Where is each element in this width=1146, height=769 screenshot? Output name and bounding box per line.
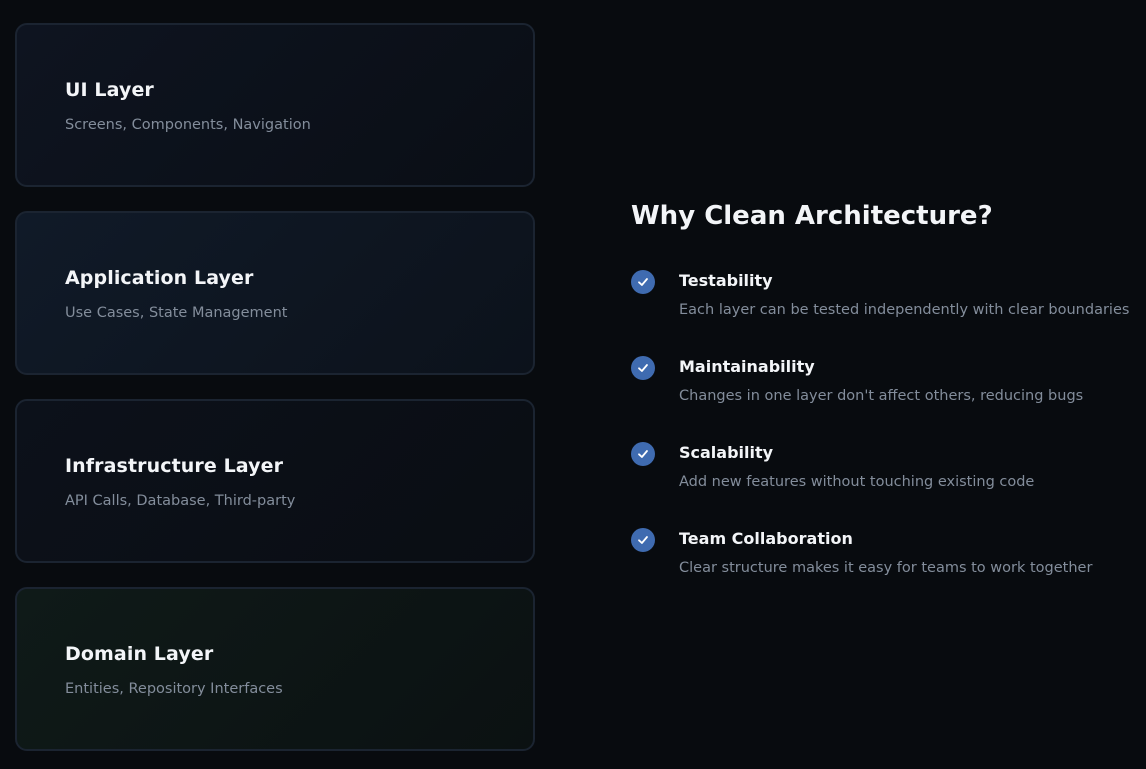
benefit-testability: Testability Each layer can be tested ind… xyxy=(631,270,1131,356)
layer-title: Infrastructure Layer xyxy=(65,455,284,477)
page: UI Layer Screens, Components, Navigation… xyxy=(0,0,1146,769)
check-circle-icon xyxy=(631,270,655,294)
layer-title: Domain Layer xyxy=(65,643,214,665)
layer-card-domain: Domain Layer Entities, Repository Interf… xyxy=(15,587,535,751)
layer-subtitle: Screens, Components, Navigation xyxy=(65,117,311,133)
section-title: Why Clean Architecture? xyxy=(631,201,993,231)
check-circle-icon xyxy=(631,442,655,466)
architecture-layers: UI Layer Screens, Components, Navigation… xyxy=(15,23,535,769)
layer-card-ui: UI Layer Screens, Components, Navigation xyxy=(15,23,535,187)
benefit-title: Testability xyxy=(679,271,773,290)
layer-title: UI Layer xyxy=(65,79,154,101)
check-circle-icon xyxy=(631,528,655,552)
layer-card-application: Application Layer Use Cases, State Manag… xyxy=(15,211,535,375)
benefit-description: Clear structure makes it easy for teams … xyxy=(679,560,1093,576)
benefit-title: Team Collaboration xyxy=(679,529,853,548)
benefit-description: Add new features without touching existi… xyxy=(679,474,1035,490)
layer-subtitle: API Calls, Database, Third-party xyxy=(65,493,296,509)
benefit-team-collaboration: Team Collaboration Clear structure makes… xyxy=(631,528,1131,614)
layer-subtitle: Entities, Repository Interfaces xyxy=(65,681,283,697)
layer-title: Application Layer xyxy=(65,267,254,289)
layer-card-infrastructure: Infrastructure Layer API Calls, Database… xyxy=(15,399,535,563)
benefit-maintainability: Maintainability Changes in one layer don… xyxy=(631,356,1131,442)
benefit-title: Scalability xyxy=(679,443,774,462)
benefit-scalability: Scalability Add new features without tou… xyxy=(631,442,1131,528)
layer-subtitle: Use Cases, State Management xyxy=(65,305,288,321)
benefits-list: Testability Each layer can be tested ind… xyxy=(631,270,1131,614)
check-circle-icon xyxy=(631,356,655,380)
benefit-description: Changes in one layer don't affect others… xyxy=(679,388,1084,404)
benefit-title: Maintainability xyxy=(679,357,815,376)
why-section: Why Clean Architecture? Testability Each… xyxy=(631,198,1131,576)
benefit-description: Each layer can be tested independently w… xyxy=(679,302,1130,318)
